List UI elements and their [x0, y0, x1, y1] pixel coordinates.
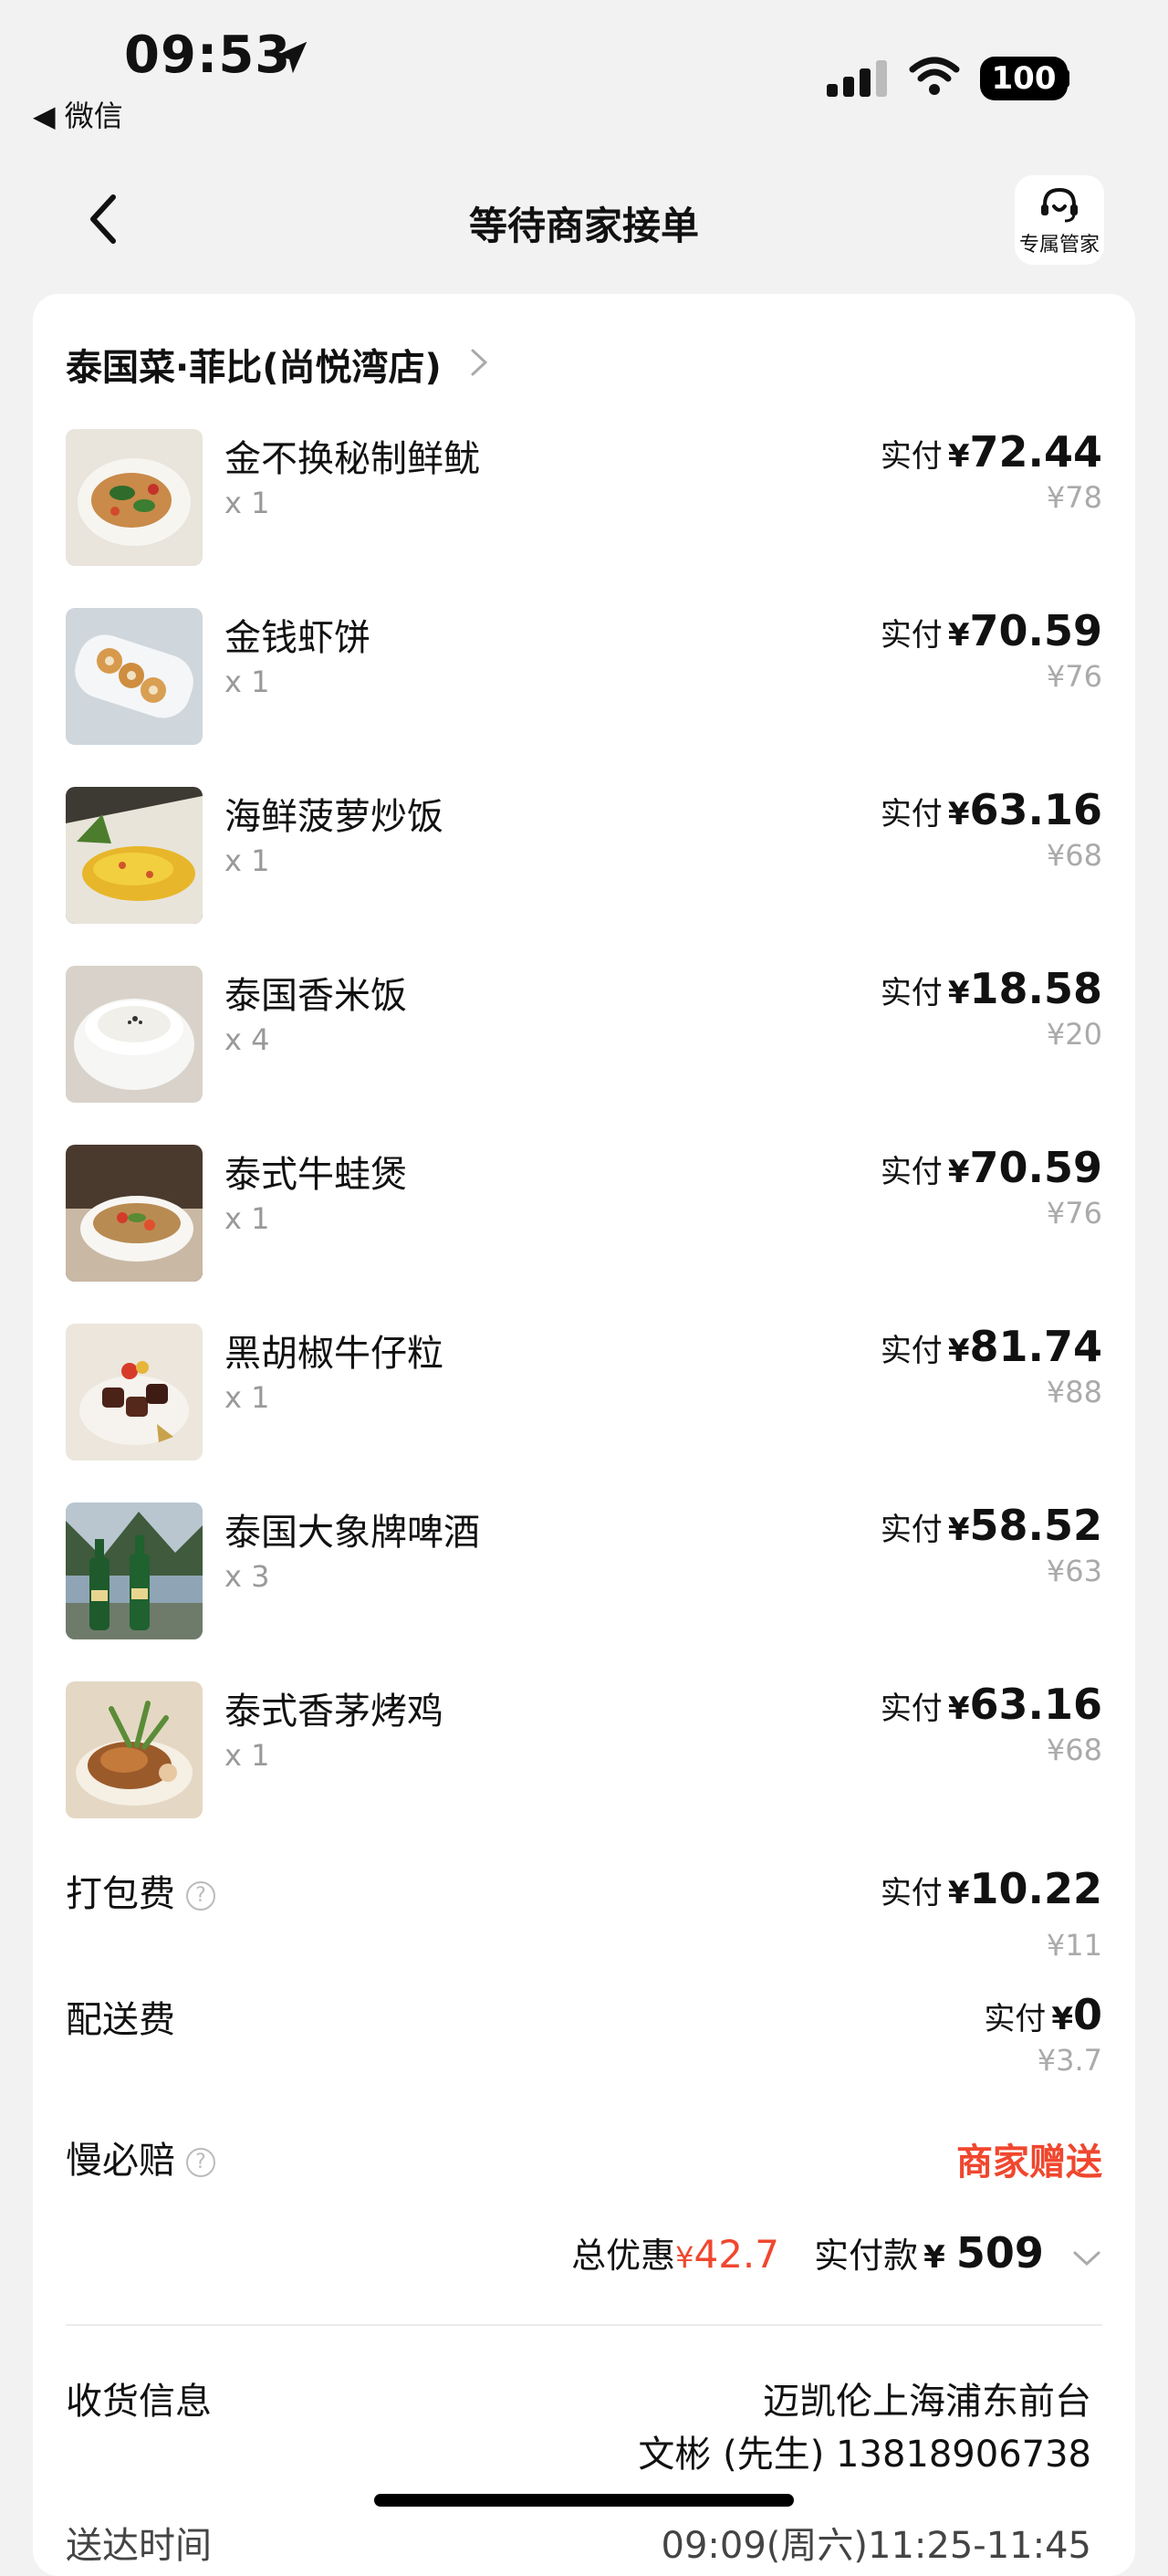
- item-original-price: ¥78: [1046, 480, 1102, 515]
- delivery-fee-original: ¥3.7: [1037, 2043, 1102, 2078]
- item-qty: x 1: [224, 486, 270, 520]
- help-icon[interactable]: ?: [186, 2148, 215, 2177]
- headset-icon: [1041, 187, 1078, 223]
- discount-label: 总优惠: [571, 2236, 676, 2276]
- packing-fee-paid: 实付 ¥10.22: [880, 1864, 1102, 1913]
- paid-total-label: 实付款: [814, 2236, 919, 2276]
- item-paid-price: 实付 ¥70.59: [880, 606, 1102, 655]
- item-name: 泰国香米饭: [224, 975, 407, 1017]
- item-paid-price: 实付 ¥63.16: [880, 1680, 1102, 1729]
- delivery-time-label: 送达时间: [66, 2525, 212, 2567]
- item-qty: x 1: [224, 665, 270, 699]
- help-icon[interactable]: ?: [186, 1881, 215, 1911]
- discount-amount: 42.7: [694, 2232, 779, 2277]
- status-bar: 09:53 ◀ 微信 100: [0, 0, 1168, 146]
- item-qty: x 1: [224, 1738, 270, 1773]
- item-name: 黑胡椒牛仔粒: [224, 1333, 443, 1375]
- item-original-price: ¥76: [1046, 659, 1102, 694]
- divider: [66, 2324, 1102, 2326]
- item-qty: x 1: [224, 1380, 270, 1415]
- merchant-gift-badge: 商家赠送: [956, 2141, 1102, 2183]
- wifi-icon: [909, 57, 960, 95]
- item-paid-price: 实付 ¥58.52: [880, 1501, 1102, 1550]
- order-item[interactable]: 泰国大象牌啤酒 x 3 实付 ¥58.52 ¥63: [66, 1501, 1102, 1639]
- receiver-contact: 文彬 (先生) 13818906738: [638, 2434, 1091, 2476]
- delivery-fee-label: 配送费: [66, 1999, 175, 2041]
- receiver-label: 收货信息: [66, 2381, 212, 2423]
- order-item[interactable]: 黑胡椒牛仔粒 x 1 实付 ¥81.74 ¥88: [66, 1322, 1102, 1461]
- page-title: 等待商家接单: [468, 204, 699, 248]
- item-thumbnail-chang-beer: [66, 1503, 203, 1639]
- item-paid-price: 实付 ¥72.44: [880, 427, 1102, 476]
- item-name: 泰式香茅烤鸡: [224, 1691, 443, 1733]
- packing-fee-row: 打包费? 实付 ¥10.22 ¥11: [66, 1864, 1102, 1974]
- item-name: 金不换秘制鲜鱿: [224, 438, 480, 480]
- order-item[interactable]: 金不换秘制鲜鱿 x 1 实付 ¥72.44 ¥78: [66, 427, 1102, 566]
- item-name: 泰国大象牌啤酒: [224, 1512, 480, 1554]
- packing-fee-original: ¥11: [1046, 1928, 1102, 1963]
- chevron-down-icon[interactable]: [1071, 2249, 1102, 2267]
- item-qty: x 4: [224, 1022, 270, 1057]
- cellular-signal-icon: [827, 60, 887, 97]
- item-name: 金钱虾饼: [224, 617, 370, 659]
- order-card: 泰国菜·菲比(尚悦湾店) 金不换秘制鲜鱿 x 1 实付 ¥72.44 ¥78 金…: [33, 294, 1135, 2576]
- item-name: 泰式牛蛙煲: [224, 1154, 407, 1196]
- concierge-label: 专属管家: [1018, 234, 1100, 257]
- receiver-address: 迈凯伦上海浦东前台: [763, 2381, 1091, 2423]
- late-compensation-row: 慢必赔? 商家赠送: [66, 2131, 1102, 2185]
- concierge-button[interactable]: 专属管家: [1015, 175, 1104, 265]
- chevron-right-icon[interactable]: [467, 345, 491, 380]
- item-original-price: ¥88: [1046, 1375, 1102, 1409]
- item-thumbnail-shrimp-cake: [66, 608, 203, 745]
- item-original-price: ¥63: [1046, 1554, 1102, 1588]
- item-thumbnail-jasmine-rice: [66, 966, 203, 1103]
- item-thumbnail-beef-cubes: [66, 1324, 203, 1461]
- battery-nub: [1062, 69, 1069, 88]
- packing-fee-label: 打包费?: [66, 1864, 215, 1917]
- item-original-price: ¥68: [1046, 838, 1102, 873]
- item-paid-price: 实付 ¥63.16: [880, 785, 1102, 834]
- late-compensation-label: 慢必赔?: [66, 2131, 215, 2183]
- order-item[interactable]: 泰国香米饭 x 4 实付 ¥18.58 ¥20: [66, 964, 1102, 1103]
- location-arrow-icon: [275, 41, 308, 74]
- battery-indicator: 100: [980, 57, 1068, 100]
- item-qty: x 1: [224, 1201, 270, 1236]
- back-to-wechat-link[interactable]: ◀ 微信: [33, 93, 123, 135]
- paid-total-amount: 509: [955, 2228, 1044, 2278]
- delivery-fee-paid: 实付 ¥0: [984, 1990, 1102, 2039]
- item-original-price: ¥68: [1046, 1733, 1102, 1767]
- item-thumbnail-squid: [66, 429, 203, 566]
- item-paid-price: 实付 ¥70.59: [880, 1143, 1102, 1192]
- nav-bar: 等待商家接单 专属管家: [0, 164, 1168, 274]
- order-item[interactable]: 泰式牛蛙煲 x 1 实付 ¥70.59 ¥76: [66, 1143, 1102, 1282]
- delivery-time-value: 09:09(周六)11:25-11:45: [661, 2525, 1091, 2567]
- order-item[interactable]: 金钱虾饼 x 1 实付 ¥70.59 ¥76: [66, 606, 1102, 745]
- item-paid-price: 实付 ¥18.58: [880, 964, 1102, 1013]
- item-paid-price: 实付 ¥81.74: [880, 1322, 1102, 1371]
- item-qty: x 1: [224, 843, 270, 878]
- item-qty: x 3: [224, 1559, 270, 1594]
- item-name: 海鲜菠萝炒饭: [224, 796, 443, 838]
- order-item[interactable]: 海鲜菠萝炒饭 x 1 实付 ¥63.16 ¥68: [66, 785, 1102, 924]
- item-original-price: ¥76: [1046, 1196, 1102, 1230]
- order-total-row[interactable]: 总优惠¥42.7 实付款 ¥ 509: [571, 2227, 1102, 2278]
- status-time: 09:53: [124, 26, 292, 85]
- store-name[interactable]: 泰国菜·菲比(尚悦湾店): [66, 338, 442, 391]
- order-item[interactable]: 泰式香茅烤鸡 x 1 实付 ¥63.16 ¥68: [66, 1680, 1102, 1818]
- item-thumbnail-pineapple-rice: [66, 787, 203, 924]
- delivery-fee-row: 配送费 实付 ¥0 ¥3.7: [66, 1990, 1102, 2100]
- item-thumbnail-frog-pot: [66, 1145, 203, 1282]
- item-thumbnail-lemongrass-chicken: [66, 1681, 203, 1818]
- item-original-price: ¥20: [1046, 1017, 1102, 1052]
- home-indicator[interactable]: [374, 2494, 794, 2507]
